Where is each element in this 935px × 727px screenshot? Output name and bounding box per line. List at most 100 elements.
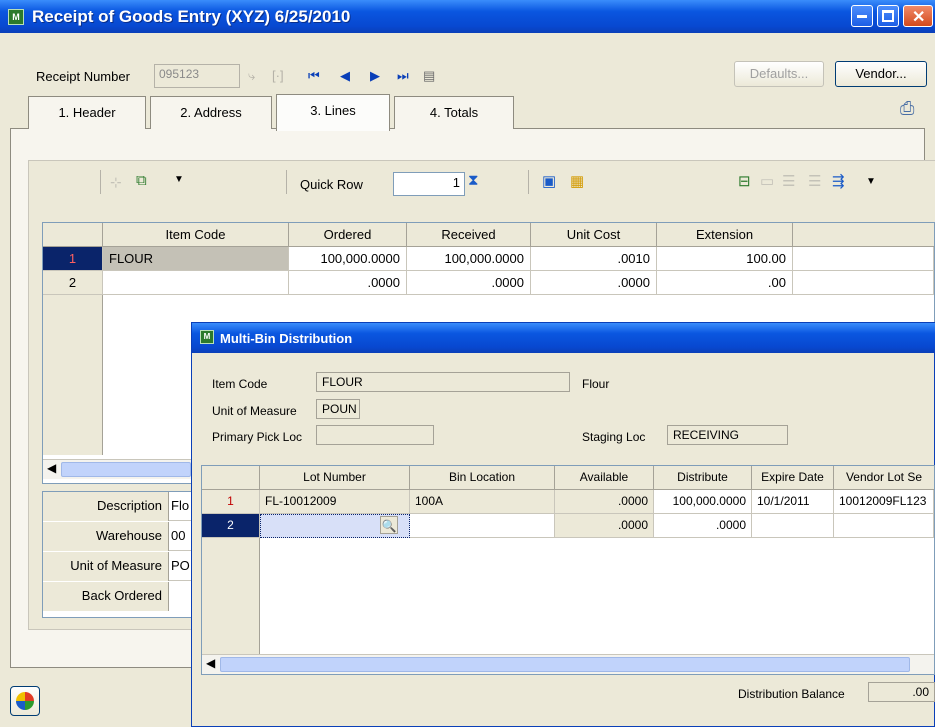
column-header[interactable]: Available xyxy=(555,466,654,490)
lookup-icon[interactable]: ⤷ xyxy=(248,68,255,84)
column-header xyxy=(793,223,934,247)
ordered-cell[interactable]: 100,000.0000 xyxy=(289,247,407,271)
ordered-cell[interactable]: .0000 xyxy=(289,271,407,295)
item-code-cell[interactable] xyxy=(103,271,289,295)
quick-row-label: Quick Row xyxy=(300,177,363,192)
previous-record-icon[interactable]: ◀ xyxy=(340,68,350,84)
receipt-number-label: Receipt Number xyxy=(36,69,130,84)
lot-number-cell[interactable]: FL-10012009 xyxy=(260,490,410,514)
disabled-tool-icon[interactable]: ▭ xyxy=(760,172,774,190)
tab-address[interactable]: 2. Address xyxy=(150,96,272,129)
scroll-left-icon[interactable]: ◀ xyxy=(206,656,215,670)
unit-cost-cell[interactable]: .0000 xyxy=(531,271,657,295)
first-record-icon[interactable]: ⏮ xyxy=(308,68,320,84)
insert-row-icon[interactable]: ⊹ xyxy=(110,174,122,191)
detail-label: Warehouse xyxy=(43,522,169,551)
row-number[interactable]: 1 xyxy=(202,490,260,514)
received-cell[interactable]: 100,000.0000 xyxy=(407,247,531,271)
next-record-icon[interactable]: ▶ xyxy=(370,68,380,84)
customize-icon[interactable]: ⇶ xyxy=(832,172,845,190)
available-cell[interactable]: .0000 xyxy=(555,514,654,538)
extension-cell[interactable]: 100.00 xyxy=(657,247,793,271)
scrollbar-thumb[interactable] xyxy=(61,462,191,477)
staging-loc-field[interactable]: RECEIVING xyxy=(667,425,788,445)
row-number[interactable]: 2 xyxy=(202,514,260,538)
distribute-cell[interactable]: .0000 xyxy=(654,514,752,538)
detail-label: Back Ordered xyxy=(43,582,169,611)
primary-pick-loc-label: Primary Pick Loc xyxy=(212,430,303,444)
column-header[interactable]: Received xyxy=(407,223,531,247)
memo-icon[interactable]: ▣ xyxy=(542,172,556,190)
grid-icon[interactable]: ▦ xyxy=(570,172,584,190)
item-code-field[interactable]: FLOUR xyxy=(316,372,570,392)
horizontal-scrollbar[interactable]: ◀ xyxy=(202,654,934,674)
available-cell[interactable]: .0000 xyxy=(555,490,654,514)
vendor-lot-cell[interactable]: 10012009FL123 xyxy=(834,490,934,514)
go-to-row-icon[interactable]: ⧗ xyxy=(468,172,479,189)
quick-row-input[interactable]: 1 xyxy=(393,172,465,196)
empty-cell[interactable] xyxy=(793,247,934,271)
staging-loc-label: Staging Loc xyxy=(582,430,646,444)
dialog-titlebar[interactable]: M Multi-Bin Distribution xyxy=(192,323,935,353)
column-header[interactable]: Vendor Lot Se xyxy=(834,466,934,490)
vendor-lot-cell[interactable] xyxy=(834,514,934,538)
windows-logo-icon xyxy=(16,692,34,710)
row-header-column xyxy=(202,538,260,654)
bin-location-cell[interactable]: 100A xyxy=(410,490,555,514)
row-number[interactable]: 2 xyxy=(43,271,103,295)
extension-cell[interactable]: .00 xyxy=(657,271,793,295)
defaults-button[interactable]: Defaults... xyxy=(734,61,824,87)
vendor-button[interactable]: Vendor... xyxy=(835,61,927,87)
column-header[interactable]: Expire Date xyxy=(752,466,834,490)
new-record-icon[interactable]: [·] xyxy=(272,68,284,83)
column-header[interactable]: Ordered xyxy=(289,223,407,247)
tab-lines[interactable]: 3. Lines xyxy=(276,94,390,131)
chevron-down-icon[interactable]: ▼ xyxy=(866,176,876,187)
column-header[interactable]: Item Code xyxy=(103,223,289,247)
item-wizard-icon[interactable]: ⧉ xyxy=(136,172,147,189)
row-number[interactable]: 1 xyxy=(43,247,103,271)
unit-cost-cell[interactable]: .0010 xyxy=(531,247,657,271)
primary-pick-loc-field[interactable] xyxy=(316,425,434,445)
toolbar-separator xyxy=(286,170,287,194)
column-header[interactable]: Distribute xyxy=(654,466,752,490)
expire-date-cell[interactable] xyxy=(752,514,834,538)
receipt-number-field[interactable]: 095123 xyxy=(154,64,240,88)
notes-icon[interactable]: ▤ xyxy=(423,68,435,84)
tab-header[interactable]: 1. Header xyxy=(28,96,146,129)
expire-date-cell[interactable]: 10/1/2011 xyxy=(752,490,834,514)
column-header[interactable]: Bin Location xyxy=(410,466,555,490)
item-code-cell[interactable]: FLOUR xyxy=(103,247,289,271)
maximize-button[interactable] xyxy=(877,5,899,27)
window-title: Receipt of Goods Entry (XYZ) 6/25/2010 xyxy=(32,7,351,26)
column-header[interactable]: Unit Cost xyxy=(531,223,657,247)
column-header[interactable]: Extension xyxy=(657,223,793,247)
scroll-left-icon[interactable]: ◀ xyxy=(47,461,56,475)
tab-totals[interactable]: 4. Totals xyxy=(394,96,514,129)
indent-icon[interactable]: ☰ xyxy=(782,172,795,190)
last-record-icon[interactable]: ⏭ xyxy=(397,68,409,84)
received-cell[interactable]: .0000 xyxy=(407,271,531,295)
close-button[interactable]: ✕ xyxy=(903,5,933,27)
minimize-button[interactable] xyxy=(851,5,873,27)
grid-corner xyxy=(43,223,103,247)
outdent-icon[interactable]: ☰ xyxy=(808,172,821,190)
bin-location-cell[interactable] xyxy=(410,514,555,538)
chevron-down-icon[interactable]: ▼ xyxy=(174,174,184,185)
column-header[interactable]: Lot Number xyxy=(260,466,410,490)
distribute-icon[interactable]: ⊟ xyxy=(738,172,751,190)
row-header-column xyxy=(43,295,103,455)
print-icon[interactable]: ⎙ xyxy=(900,98,914,119)
unit-of-measure-field[interactable]: POUN xyxy=(316,399,360,419)
item-description: Flour xyxy=(582,377,610,391)
maximize-icon xyxy=(882,10,894,22)
distribute-cell[interactable]: 100,000.0000 xyxy=(654,490,752,514)
bin-distribution-grid[interactable]: Lot Number Bin Location Available Distri… xyxy=(201,465,935,675)
empty-cell[interactable] xyxy=(793,271,934,295)
window-titlebar[interactable]: M Receipt of Goods Entry (XYZ) 6/25/2010… xyxy=(0,0,935,33)
help-button[interactable] xyxy=(10,686,40,716)
search-icon[interactable]: 🔍 xyxy=(380,516,398,534)
unit-of-measure-label: Unit of Measure xyxy=(212,404,297,418)
scrollbar-thumb[interactable] xyxy=(220,657,910,672)
detail-label: Unit of Measure xyxy=(43,552,169,581)
